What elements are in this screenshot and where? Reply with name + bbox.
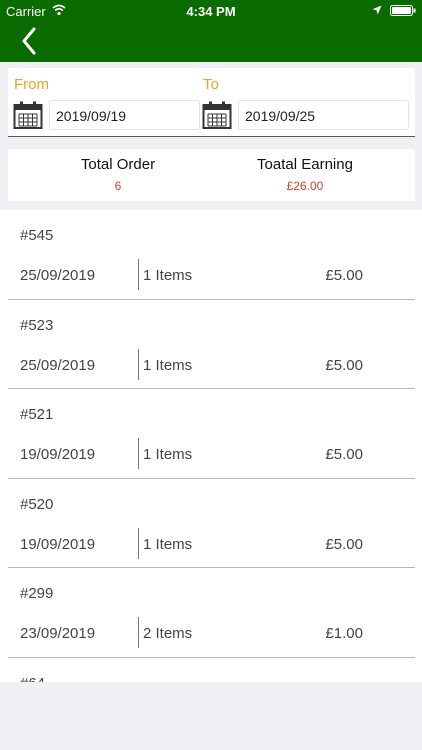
order-id: #520 (20, 495, 54, 513)
from-date-field[interactable]: 2019/09/19 (49, 100, 200, 130)
order-amount: £5.00 (325, 535, 363, 553)
earnings-summary: Total Order 6 Toatal Earning £26.00 (8, 149, 415, 201)
total-order-value: 6 (114, 179, 122, 193)
order-items: 2 Items (143, 625, 193, 642)
order-date: 19/09/2019 (20, 535, 96, 553)
column-divider (138, 438, 139, 469)
to-date-field[interactable]: 2019/09/25 (238, 100, 409, 130)
order-items: 1 Items (143, 535, 193, 553)
order-list[interactable]: #545 25/09/2019 1 Items £5.00 #523 25/09… (0, 210, 422, 682)
order-id: #521 (20, 406, 54, 423)
order-id: #545 (20, 227, 54, 244)
column-divider (138, 259, 139, 290)
column-divider (138, 527, 139, 559)
order-amount: £5.00 (325, 356, 363, 374)
order-amount: £5.00 (325, 446, 363, 463)
total-order-label: Total Order (80, 156, 156, 173)
column-divider (138, 348, 139, 380)
total-earning-value: £26.00 (286, 179, 324, 193)
top-bar: Carrier 4:34 PM (0, 0, 422, 62)
calendar-icon[interactable] (13, 100, 43, 130)
order-row[interactable]: #64 (8, 658, 415, 683)
order-date: 25/09/2019 (20, 267, 96, 284)
date-range-filter: From 2019/09/19 To 2019/09/25 (8, 68, 415, 137)
order-row[interactable]: #521 19/09/2019 1 Items £5.00 (8, 389, 415, 479)
order-amount: £5.00 (325, 267, 363, 284)
order-row[interactable]: #299 23/09/2019 2 Items £1.00 (8, 568, 415, 658)
total-order-summary: Total Order 6 (18, 156, 218, 193)
battery-icon (390, 5, 416, 16)
order-items: 1 Items (143, 267, 193, 284)
order-date: 25/09/2019 (20, 356, 96, 374)
order-id: #64 (20, 675, 45, 683)
order-row[interactable]: #523 25/09/2019 1 Items £5.00 (8, 300, 415, 389)
location-arrow-icon (372, 5, 382, 15)
total-earning-label: Toatal Earning (257, 156, 353, 173)
order-items: 1 Items (143, 356, 193, 374)
order-row[interactable]: #520 19/09/2019 1 Items £5.00 (8, 479, 415, 568)
chevron-left-icon (22, 27, 36, 55)
total-earning-summary: Toatal Earning £26.00 (205, 156, 405, 193)
from-label: From (14, 76, 49, 93)
clock: 4:34 PM (186, 4, 236, 19)
column-divider (138, 617, 139, 648)
order-date: 19/09/2019 (20, 446, 96, 463)
back-button[interactable] (14, 24, 44, 58)
calendar-icon[interactable] (202, 100, 232, 130)
order-id: #299 (20, 585, 54, 602)
order-items: 1 Items (143, 446, 193, 463)
to-label: To (203, 76, 219, 93)
order-row[interactable]: #545 25/09/2019 1 Items £5.00 (8, 210, 415, 300)
order-date: 23/09/2019 (20, 625, 96, 642)
order-id: #523 (20, 316, 54, 334)
status-bar: Carrier 4:34 PM (0, 0, 422, 22)
order-amount: £1.00 (325, 625, 363, 642)
